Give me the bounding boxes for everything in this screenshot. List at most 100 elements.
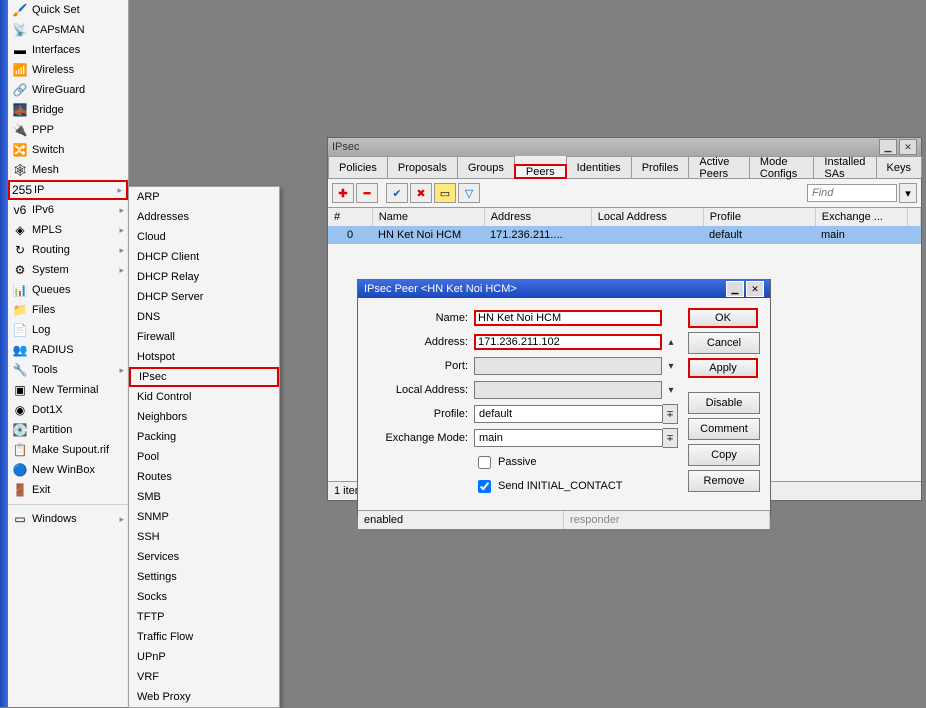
submenu-item-services[interactable]: Services [129,547,279,567]
menu-item-wireless[interactable]: 📶Wireless [8,60,128,80]
tab-identities[interactable]: Identities [566,156,632,178]
submenu-item-snmp[interactable]: SNMP [129,507,279,527]
tab-profiles[interactable]: Profiles [631,156,690,178]
find-input[interactable] [807,184,897,202]
menu-item-make-supout.rif[interactable]: 📋Make Supout.rif [8,440,128,460]
menu-item-ipv6[interactable]: v6IPv6▸ [8,200,128,220]
menu-item-ppp[interactable]: 🔌PPP [8,120,128,140]
submenu-item-pool[interactable]: Pool [129,447,279,467]
add-button[interactable]: ✚ [332,183,354,203]
submenu-item-cloud[interactable]: Cloud [129,227,279,247]
submenu-item-traffic-flow[interactable]: Traffic Flow [129,627,279,647]
menu-item-log[interactable]: 📄Log [8,320,128,340]
copy-button[interactable]: Copy [688,444,760,466]
close-icon[interactable]: ✕ [899,139,917,155]
disable-button[interactable]: Disable [688,392,760,414]
table-row[interactable]: 0 HN Ket Noi HCM 171.236.211.... default… [328,226,921,244]
tab-installed-sas[interactable]: Installed SAs [813,156,876,178]
menu-item-radius[interactable]: 👥RADIUS [8,340,128,360]
menu-item-queues[interactable]: 📊Queues [8,280,128,300]
submenu-item-routes[interactable]: Routes [129,467,279,487]
local-address-input[interactable] [474,381,662,399]
submenu-item-kid-control[interactable]: Kid Control [129,387,279,407]
profile-select[interactable] [474,405,663,423]
tab-mode-configs[interactable]: Mode Configs [749,156,814,178]
minimize-icon[interactable]: ▁ [879,139,897,155]
comment-button[interactable]: Comment [688,418,760,440]
submenu-item-neighbors[interactable]: Neighbors [129,407,279,427]
cancel-button[interactable]: Cancel [688,332,760,354]
dropdown-icon[interactable]: ∓ [663,404,678,424]
passive-checkbox[interactable] [478,456,491,469]
filter-button[interactable]: ▽ [458,183,480,203]
menu-item-capsman[interactable]: 📡CAPsMAN [8,20,128,40]
close-icon[interactable]: ✕ [746,281,764,297]
submenu-item-web-proxy[interactable]: Web Proxy [129,687,279,707]
tab-keys[interactable]: Keys [876,156,922,178]
submenu-item-vrf[interactable]: VRF [129,667,279,687]
menu-item-ip[interactable]: 255IP▸ [8,180,128,200]
menu-item-new-terminal[interactable]: ▣New Terminal [8,380,128,400]
menu-item-wireguard[interactable]: 🔗WireGuard [8,80,128,100]
col-exchange[interactable]: Exchange ... [816,208,908,226]
submenu-item-firewall[interactable]: Firewall [129,327,279,347]
down-arrow-icon[interactable]: ▾ [664,357,678,375]
menu-item-mesh[interactable]: 🕸Mesh [8,160,128,180]
tab-groups[interactable]: Groups [457,156,515,178]
submenu-item-smb[interactable]: SMB [129,487,279,507]
menu-item-dot1x[interactable]: ◉Dot1X [8,400,128,420]
submenu-item-upnp[interactable]: UPnP [129,647,279,667]
submenu-item-addresses[interactable]: Addresses [129,207,279,227]
submenu-item-dns[interactable]: DNS [129,307,279,327]
down-arrow-icon[interactable]: ▾ [664,381,678,399]
exchange-mode-select[interactable] [474,429,663,447]
submenu-item-dhcp-client[interactable]: DHCP Client [129,247,279,267]
col-address[interactable]: Address [485,208,592,226]
col-local[interactable]: Local Address [592,208,704,226]
menu-item-tools[interactable]: 🔧Tools▸ [8,360,128,380]
menu-item-interfaces[interactable]: ▬Interfaces [8,40,128,60]
enable-button[interactable]: ✔ [386,183,408,203]
disable-button[interactable]: ✖ [410,183,432,203]
remove-button[interactable]: Remove [688,470,760,492]
submenu-item-tftp[interactable]: TFTP [129,607,279,627]
initial-contact-checkbox[interactable] [478,480,491,493]
submenu-item-packing[interactable]: Packing [129,427,279,447]
dropdown-icon[interactable]: ∓ [663,428,678,448]
submenu-item-ssh[interactable]: SSH [129,527,279,547]
menu-item-new-winbox[interactable]: 🔵New WinBox [8,460,128,480]
menu-item-system[interactable]: ⚙System▸ [8,260,128,280]
submenu-item-ipsec[interactable]: IPsec [129,367,279,387]
remove-button[interactable]: ━ [356,183,378,203]
dialog-titlebar[interactable]: IPsec Peer <HN Ket Noi HCM> ▁ ✕ [358,280,770,298]
menu-item-switch[interactable]: 🔀Switch [8,140,128,160]
name-input[interactable] [474,310,662,326]
submenu-item-settings[interactable]: Settings [129,567,279,587]
ipsec-titlebar[interactable]: IPsec ▁ ✕ [328,138,921,156]
submenu-item-dhcp-server[interactable]: DHCP Server [129,287,279,307]
submenu-item-arp[interactable]: ARP [129,187,279,207]
submenu-item-socks[interactable]: Socks [129,587,279,607]
tab-peers[interactable]: Peers [514,164,567,179]
apply-button[interactable]: Apply [688,358,758,378]
col-name[interactable]: Name [373,208,485,226]
port-input[interactable] [474,357,662,375]
menu-item-files[interactable]: 📁Files [8,300,128,320]
menu-item-exit[interactable]: 🚪Exit [8,480,128,500]
up-arrow-icon[interactable]: ▴ [664,333,678,351]
tab-policies[interactable]: Policies [328,156,388,178]
minimize-icon[interactable]: ▁ [726,281,744,297]
comment-button[interactable]: ▭ [434,183,456,203]
menu-item-bridge[interactable]: 🌉Bridge [8,100,128,120]
col-num[interactable]: # [328,208,373,226]
submenu-item-hotspot[interactable]: Hotspot [129,347,279,367]
menu-item-quick-set[interactable]: 🖌️Quick Set [8,0,128,20]
menu-item-windows[interactable]: ▭Windows▸ [8,509,128,529]
menu-item-partition[interactable]: 💽Partition [8,420,128,440]
address-input[interactable] [474,334,662,350]
ok-button[interactable]: OK [688,308,758,328]
col-profile[interactable]: Profile [704,208,816,226]
tab-proposals[interactable]: Proposals [387,156,458,178]
submenu-item-dhcp-relay[interactable]: DHCP Relay [129,267,279,287]
menu-item-routing[interactable]: ↻Routing▸ [8,240,128,260]
